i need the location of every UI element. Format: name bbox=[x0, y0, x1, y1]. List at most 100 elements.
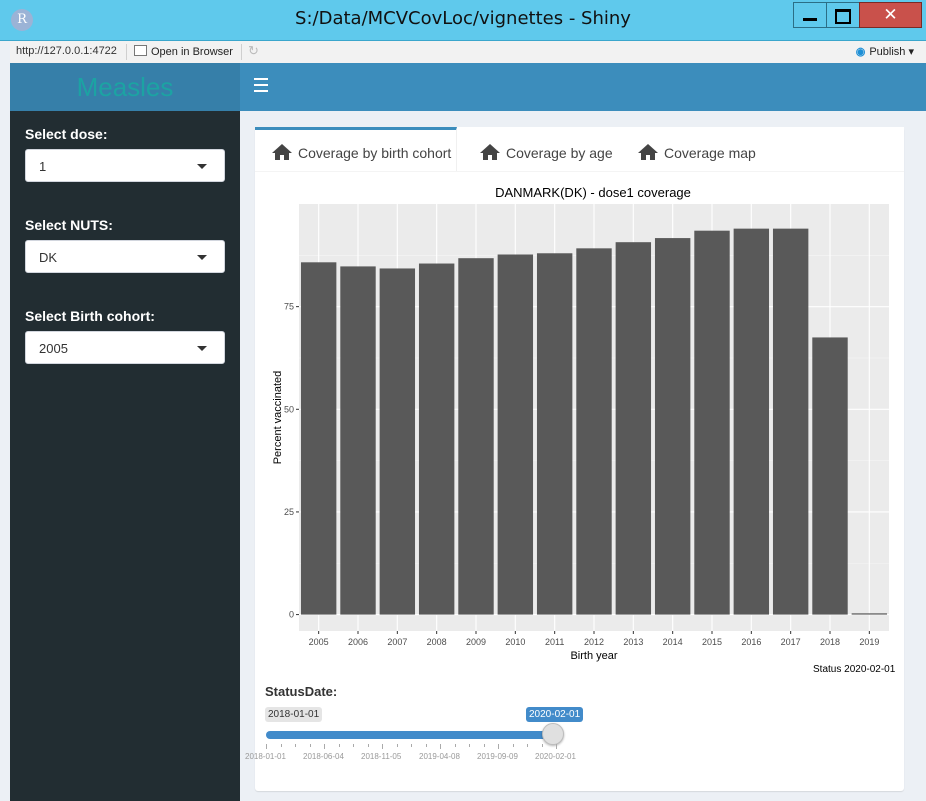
tab-label: Coverage by birth cohort bbox=[298, 145, 452, 161]
slider-minor-tick bbox=[353, 744, 354, 747]
viewer-url: http://127.0.0.1:4722 bbox=[16, 45, 117, 57]
slider-minor-tick bbox=[541, 744, 543, 747]
bar-2011 bbox=[536, 253, 573, 615]
coverage-bar-chart: 2005 2006 2007 2008 2009 2010 2011 2012 2013 2014… bbox=[272, 204, 889, 662]
tab-coverage-by-age[interactable]: Coverage by age bbox=[479, 127, 629, 171]
x-axis-label: Birth year bbox=[570, 650, 617, 662]
window-titlebar: R S:/Data/MCVCovLoc/vignettes - Shiny ✕ bbox=[0, 0, 926, 41]
slider-minor-tick bbox=[295, 744, 296, 747]
publish-label: Publish bbox=[869, 46, 906, 58]
app-logo: Measles bbox=[10, 63, 240, 111]
bar-2010 bbox=[497, 254, 534, 615]
close-button[interactable]: ✕ bbox=[859, 2, 922, 28]
slider-minor-tick bbox=[309, 744, 311, 747]
slider-value-badge: 2020-02-01 bbox=[526, 707, 584, 722]
chevron-down-icon bbox=[197, 255, 207, 260]
bar-2012 bbox=[576, 248, 612, 615]
top-navbar bbox=[240, 63, 926, 111]
close-icon: ✕ bbox=[883, 5, 898, 25]
slider-tick-label: 2019-09-09 bbox=[477, 752, 518, 761]
x-tick-label-2010: 2010 bbox=[505, 637, 525, 647]
slider-minor-tick bbox=[338, 744, 340, 747]
browser-icon bbox=[134, 45, 147, 56]
bar-2015 bbox=[694, 230, 730, 615]
slider-minor-tick bbox=[411, 744, 412, 747]
x-tick-label-2015: 2015 bbox=[702, 637, 722, 647]
y-axis-label: Percent vaccinated bbox=[272, 371, 284, 465]
slider-minor-tick bbox=[454, 744, 456, 747]
dose-label: Select dose: bbox=[25, 126, 108, 142]
x-tick-label-2016: 2016 bbox=[741, 637, 761, 647]
chevron-down-icon bbox=[197, 346, 207, 351]
minimize-button[interactable] bbox=[793, 2, 827, 28]
bar-2017 bbox=[772, 228, 809, 615]
bar-2006 bbox=[340, 266, 376, 615]
slider-minor-tick bbox=[396, 744, 398, 747]
x-tick-label-2018: 2018 bbox=[820, 637, 840, 647]
x-tick-label-2012: 2012 bbox=[584, 637, 604, 647]
x-tick-label-2007: 2007 bbox=[387, 637, 407, 647]
status-date-label: StatusDate: bbox=[265, 684, 338, 699]
slider-tick-label: 2018-06-04 bbox=[303, 752, 344, 761]
home-icon bbox=[272, 144, 292, 160]
status-date-slider-track[interactable] bbox=[266, 731, 556, 739]
slider-minor-tick bbox=[512, 744, 514, 747]
x-tick-label-2017: 2017 bbox=[781, 637, 801, 647]
tab-coverage-by-birth-cohort[interactable]: Coverage by birth cohort bbox=[255, 127, 457, 171]
maximize-button[interactable] bbox=[826, 2, 860, 28]
home-icon bbox=[638, 144, 658, 160]
refresh-icon[interactable]: ↻ bbox=[248, 43, 259, 59]
bar-2013 bbox=[615, 242, 652, 615]
dose-select[interactable]: 1 bbox=[25, 149, 225, 182]
tab-bar: Coverage by birth cohort Coverage by age… bbox=[255, 127, 904, 172]
slider-min-badge: 2018-01-01 bbox=[265, 707, 323, 722]
x-tick-label-2014: 2014 bbox=[663, 637, 683, 647]
x-tick-label-2006: 2006 bbox=[348, 637, 368, 647]
slider-minor-tick bbox=[367, 744, 369, 747]
publish-button[interactable]: ◉ Publish ▾ bbox=[856, 45, 914, 58]
slider-tick bbox=[556, 744, 557, 749]
tab-coverage-map[interactable]: Coverage map bbox=[637, 127, 787, 171]
slider-tick-label: 2018-11-05 bbox=[361, 752, 402, 761]
slider-tick bbox=[382, 744, 383, 749]
nuts-select[interactable]: DK bbox=[25, 240, 225, 273]
tab-label: Coverage map bbox=[664, 145, 756, 161]
bar-2018 bbox=[812, 337, 848, 615]
nuts-value: DK bbox=[39, 250, 58, 265]
bar-2019 bbox=[851, 613, 888, 615]
slider-tick bbox=[266, 744, 267, 749]
birth-cohort-label: Select Birth cohort: bbox=[25, 308, 155, 324]
window-title: S:/Data/MCVCovLoc/vignettes - Shiny bbox=[295, 8, 631, 29]
birth-cohort-select[interactable]: 2005 bbox=[25, 331, 225, 364]
bar-2008 bbox=[418, 263, 455, 615]
open-in-browser-label: Open in Browser bbox=[151, 46, 233, 58]
slider-minor-tick bbox=[425, 744, 427, 747]
slider-tick-label: 2018-01-01 bbox=[245, 752, 286, 761]
bar-2014 bbox=[654, 238, 691, 615]
slider-minor-tick bbox=[469, 744, 470, 747]
status-date-slider-handle[interactable] bbox=[542, 723, 564, 745]
bar-2005 bbox=[300, 262, 337, 615]
dose-value: 1 bbox=[39, 159, 47, 174]
slider-minor-tick bbox=[527, 744, 528, 747]
x-tick-label-2009: 2009 bbox=[466, 637, 486, 647]
nuts-label: Select NUTS: bbox=[25, 217, 113, 233]
slider-ticks bbox=[266, 744, 557, 750]
bar-2016 bbox=[733, 228, 770, 615]
y-tick-label-0: 0 bbox=[289, 610, 294, 620]
viewer-toolbar: http://127.0.0.1:4722 Open in Browser ↻ … bbox=[10, 41, 926, 64]
slider-minor-tick bbox=[280, 744, 282, 747]
maximize-icon bbox=[835, 9, 851, 24]
open-in-browser-button[interactable]: Open in Browser bbox=[134, 45, 233, 58]
x-tick-label-2008: 2008 bbox=[427, 637, 447, 647]
x-tick-label-2011: 2011 bbox=[545, 637, 564, 647]
slider-tick bbox=[324, 744, 325, 749]
hamburger-menu-icon[interactable] bbox=[254, 78, 268, 96]
minimize-icon bbox=[803, 18, 817, 21]
y-tick-label-75: 75 bbox=[284, 302, 294, 312]
slider-tick-label: 2020-02-01 bbox=[535, 752, 576, 761]
x-tick-label-2005: 2005 bbox=[309, 637, 329, 647]
toolbar-divider bbox=[126, 44, 127, 60]
y-tick-label-50: 50 bbox=[284, 404, 294, 414]
x-tick-label-2019: 2019 bbox=[859, 637, 879, 647]
